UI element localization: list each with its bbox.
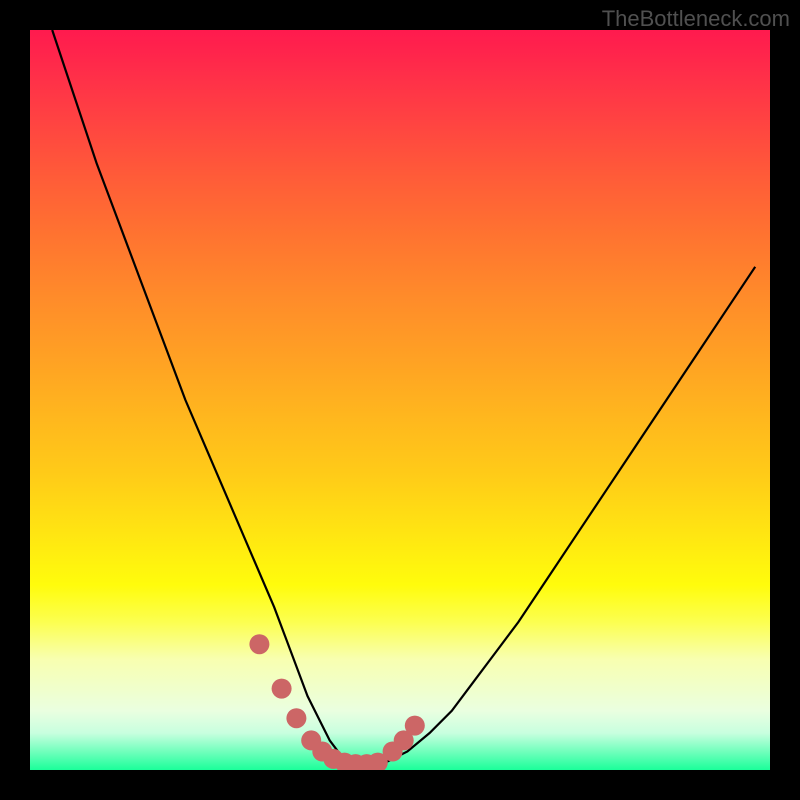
data-point	[286, 708, 306, 728]
data-point	[249, 634, 269, 654]
data-point	[405, 716, 425, 736]
data-point	[272, 679, 292, 699]
data-points	[30, 30, 770, 770]
chart-container: TheBottleneck.com	[0, 0, 800, 800]
watermark-label: TheBottleneck.com	[602, 6, 790, 32]
